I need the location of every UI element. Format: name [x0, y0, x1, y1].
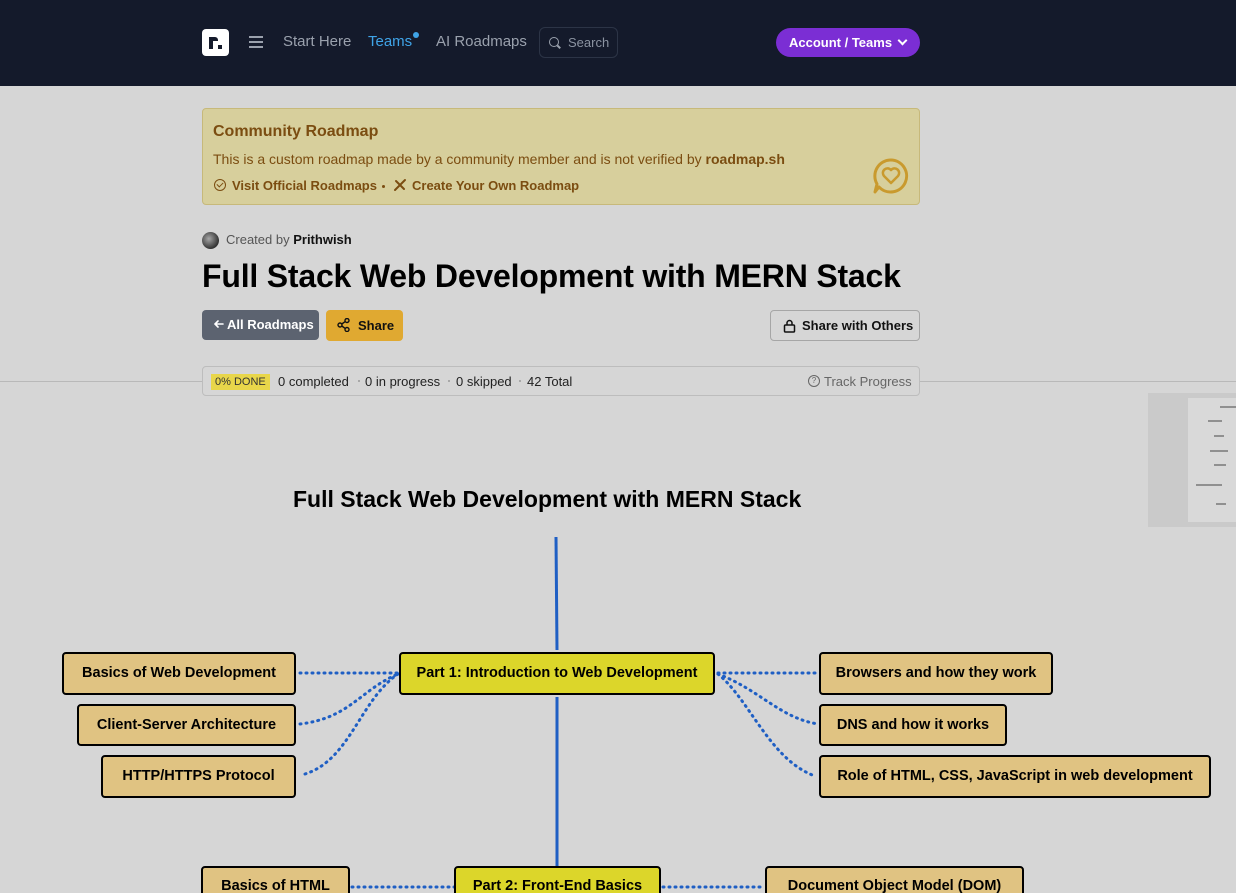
separator-dot	[519, 380, 521, 382]
author-name[interactable]: Prithwish	[293, 232, 352, 247]
node-dns[interactable]: DNS and how it works	[819, 704, 1007, 746]
total-count: 42 Total	[527, 374, 573, 389]
track-progress-link[interactable]: Track Progress	[824, 374, 912, 389]
visit-official-roadmaps-link[interactable]: Visit Official Roadmaps	[232, 178, 377, 193]
nav-start-here[interactable]: Start Here	[283, 33, 351, 50]
node-http-https-protocol[interactable]: HTTP/HTTPS Protocol	[101, 755, 296, 798]
created-by: Created by Prithwish	[226, 232, 352, 247]
nav-teams[interactable]: Teams	[368, 33, 412, 50]
in-progress-count: 0 in progress	[365, 374, 441, 389]
search-label: Search	[568, 35, 610, 50]
all-roadmaps-label: All Roadmaps	[227, 317, 314, 332]
search-button[interactable]: Search	[539, 27, 618, 58]
node-browsers[interactable]: Browsers and how they work	[819, 652, 1053, 695]
tools-icon	[394, 179, 406, 191]
vertical-connector	[554, 536, 559, 651]
completed-count: 0 completed	[278, 374, 349, 389]
done-badge: 0% DONE	[211, 374, 270, 390]
all-roadmaps-button[interactable]: All Roadmaps	[202, 310, 319, 340]
node-part2-front-end-basics[interactable]: Part 2: Front-End Basics	[454, 866, 661, 893]
share-icon	[337, 318, 350, 332]
teams-notification-dot	[413, 32, 419, 38]
lock-icon	[783, 319, 796, 333]
node-part1-intro-web-dev[interactable]: Part 1: Introduction to Web Development	[399, 652, 715, 695]
chevron-down-icon	[897, 35, 908, 46]
create-own-roadmap-link[interactable]: Create Your Own Roadmap	[412, 178, 579, 193]
help-circle-icon: ?	[808, 375, 820, 387]
node-role-of-html-css-js[interactable]: Role of HTML, CSS, JavaScript in web dev…	[819, 755, 1211, 798]
arrow-left-icon	[214, 320, 224, 328]
account-button-label: Account / Teams	[789, 35, 893, 50]
banner-title: Community Roadmap	[213, 123, 379, 140]
account-teams-button[interactable]: Account / Teams	[776, 28, 920, 57]
separator-dot	[448, 380, 450, 382]
page-title: Full Stack Web Development with MERN Sta…	[202, 258, 901, 294]
banner-description: This is a custom roadmap made by a commu…	[213, 151, 785, 167]
roadmap-logo-icon[interactable]	[202, 29, 229, 56]
node-basics-of-html[interactable]: Basics of HTML	[201, 866, 350, 893]
skipped-count: 0 skipped	[456, 374, 512, 389]
share-with-others-label: Share with Others	[802, 318, 914, 333]
search-icon	[549, 37, 559, 47]
nav-ai-roadmaps[interactable]: AI Roadmaps	[436, 33, 527, 50]
minimap-viewport	[1188, 398, 1236, 522]
check-circle-icon	[214, 179, 226, 191]
separator-dot	[358, 380, 360, 382]
share-label: Share	[358, 318, 395, 333]
top-navbar: Start Here Teams AI Roadmaps Search Acco…	[0, 0, 1236, 86]
author-avatar[interactable]	[202, 232, 219, 249]
banner-text-prefix: This is a custom roadmap made by a commu…	[213, 151, 702, 167]
created-by-label: Created by	[226, 232, 290, 247]
node-basics-of-web-development[interactable]: Basics of Web Development	[62, 652, 296, 695]
banner-brand: roadmap.sh	[705, 151, 785, 167]
node-client-server-architecture[interactable]: Client-Server Architecture	[77, 704, 296, 746]
hamburger-menu-icon[interactable]	[249, 36, 263, 48]
community-roadmap-banner: Community Roadmap This is a custom roadm…	[202, 108, 920, 205]
share-with-others-button[interactable]: Share with Others	[770, 310, 920, 341]
separator-dot	[382, 185, 385, 188]
node-dom[interactable]: Document Object Model (DOM)	[765, 866, 1024, 893]
roadmap-title: Full Stack Web Development with MERN Sta…	[293, 486, 802, 512]
share-button[interactable]: Share	[326, 310, 403, 341]
progress-bar: 0% DONE 0 completed 0 in progress 0 skip…	[202, 366, 920, 396]
heart-chat-icon	[873, 158, 909, 194]
roadmap-minimap[interactable]	[1148, 393, 1236, 527]
